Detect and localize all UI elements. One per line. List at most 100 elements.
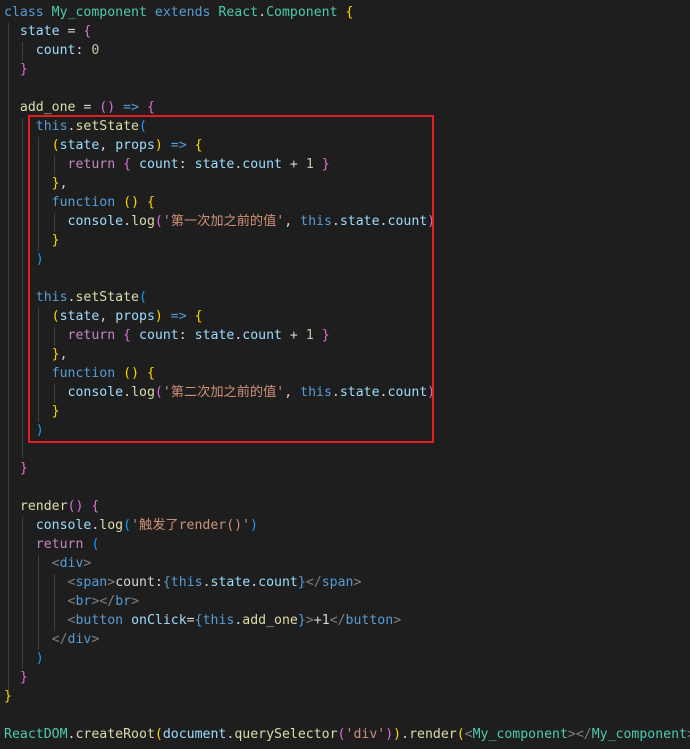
code-line[interactable]: </div> — [4, 630, 100, 649]
code-line[interactable]: <span>count:{this.state.count}</span> — [4, 573, 362, 592]
code-token: </ — [51, 632, 68, 647]
code-token: > — [131, 594, 140, 609]
code-token: = — [59, 24, 84, 39]
code-line[interactable]: count: 0 — [4, 41, 100, 60]
code-token: </ — [329, 613, 346, 628]
code-token: () — [67, 499, 84, 514]
code-line[interactable]: } — [4, 687, 12, 706]
code-token: count — [35, 43, 76, 58]
code-token: { — [345, 5, 354, 20]
code-token: > — [353, 575, 362, 590]
code-token: => — [123, 100, 140, 115]
code-token: </ — [305, 575, 322, 590]
code-token: = — [75, 100, 100, 115]
code-token: count: — [115, 575, 163, 590]
code-token: . — [401, 727, 410, 742]
code-token: log — [99, 518, 124, 533]
code-token: extends — [154, 5, 211, 20]
code-token: > — [393, 613, 402, 628]
code-token: button — [345, 613, 394, 628]
code-token: ></ — [91, 594, 116, 609]
code-token: span — [321, 575, 354, 590]
code-token: ></ — [567, 727, 592, 742]
code-token: ( — [456, 727, 465, 742]
code-token: < — [464, 727, 473, 742]
code-token: ( — [123, 518, 132, 533]
code-token: document — [162, 727, 227, 742]
code-token: > — [107, 575, 116, 590]
code-token: createRoot — [75, 727, 155, 742]
code-token: { — [162, 575, 171, 590]
code-token: count — [258, 575, 298, 590]
code-token: br — [75, 594, 92, 609]
code-token: ) — [393, 727, 402, 742]
code-token: () — [99, 100, 116, 115]
code-token: } — [19, 461, 28, 476]
code-token: } — [297, 613, 306, 628]
code-token: onClick — [131, 613, 187, 628]
code-token: render — [409, 727, 457, 742]
code-token: . — [258, 5, 267, 20]
code-token: button — [75, 613, 124, 628]
code-token: ReactDOM — [4, 727, 68, 742]
code-token: 0 — [91, 43, 100, 58]
code-line[interactable]: console.log('触发了render()') — [4, 516, 258, 535]
code-token: . — [250, 575, 259, 590]
code-token: ) — [385, 727, 394, 742]
code-token: +1 — [313, 613, 330, 628]
code-token: { — [91, 499, 100, 514]
code-token: add_one — [19, 100, 76, 115]
code-line[interactable]: <br></br> — [4, 592, 140, 611]
code-token: = — [186, 613, 195, 628]
code-line[interactable]: } — [4, 668, 28, 687]
code-line[interactable]: class My_component extends React.Compone… — [4, 3, 353, 22]
code-token: ( — [154, 727, 163, 742]
code-line[interactable]: state = { — [4, 22, 91, 41]
code-token: console — [35, 518, 92, 533]
highlight-box — [28, 115, 434, 443]
code-line[interactable]: return ( — [4, 535, 100, 554]
code-token: < — [51, 556, 60, 571]
code-token: ) — [250, 518, 258, 533]
code-token: state — [19, 24, 60, 39]
code-token: My_component — [591, 727, 687, 742]
code-editor[interactable]: class My_component extends React.Compone… — [0, 0, 690, 749]
code-token: span — [75, 575, 108, 590]
code-token: Component — [266, 5, 338, 20]
code-token: > — [91, 632, 100, 647]
code-line[interactable]: <button onClick={this.add_one}>+1</butto… — [4, 611, 402, 630]
code-line[interactable]: ReactDOM.createRoot(document.querySelect… — [4, 725, 690, 744]
code-line[interactable]: <div> — [4, 554, 92, 573]
code-token: My_component — [51, 5, 147, 20]
code-token: } — [19, 670, 28, 685]
code-token: ) — [35, 651, 44, 666]
code-token: class — [4, 5, 44, 20]
code-token: > — [83, 556, 92, 571]
code-token: } — [297, 575, 306, 590]
code-line[interactable]: } — [4, 459, 28, 478]
code-line[interactable]: ) — [4, 649, 44, 668]
code-token: '触发了render()' — [131, 518, 251, 533]
code-token: querySelector — [234, 727, 338, 742]
code-line[interactable]: render() { — [4, 497, 99, 516]
code-line[interactable]: } — [4, 60, 28, 79]
